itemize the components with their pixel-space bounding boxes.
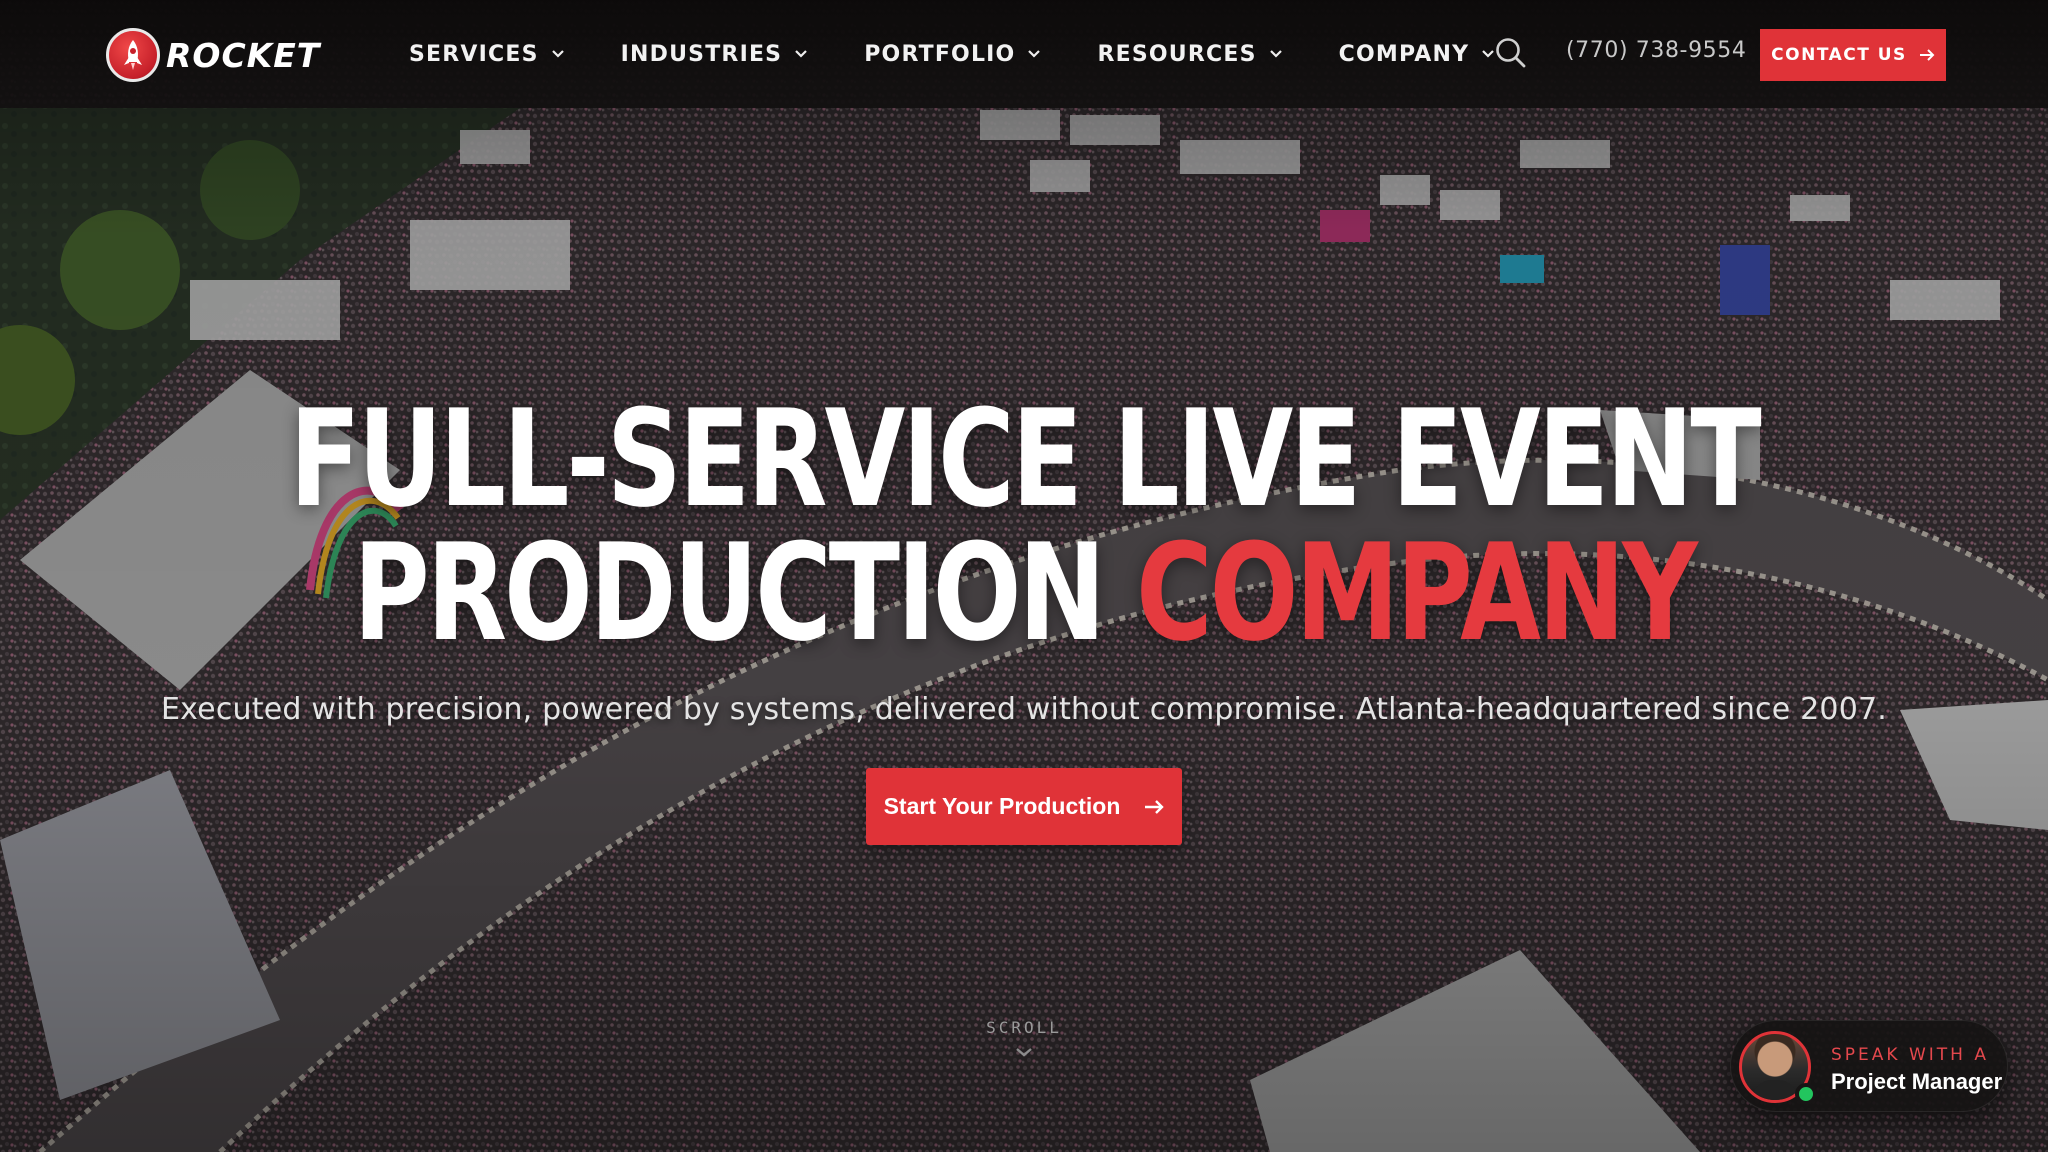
chevron-down-icon	[1027, 49, 1041, 59]
contact-us-label: CONTACT US	[1771, 45, 1907, 65]
pm-title: Project Manager	[1831, 1069, 2003, 1094]
phone-link[interactable]: (770) 738-9554	[1566, 38, 1746, 63]
pm-kicker: SPEAK WITH A	[1831, 1045, 1989, 1065]
online-status-dot	[1795, 1083, 1817, 1105]
nav-item-company[interactable]: COMPANY	[1339, 0, 1496, 108]
headline-word-production: PRODUCTION	[353, 515, 1106, 671]
nav-item-services[interactable]: SERVICES	[409, 0, 565, 108]
start-production-label: Start Your Production	[883, 793, 1121, 819]
chevron-down-icon	[794, 49, 808, 59]
brand-name: ROCKET	[166, 35, 321, 75]
headline-accent-company: COMPANY	[1136, 515, 1698, 671]
headline-line-2: PRODUCTION COMPANY	[225, 526, 1822, 660]
nav-item-resources[interactable]: RESOURCES	[1097, 0, 1282, 108]
nav-item-label: COMPANY	[1338, 41, 1470, 67]
chevron-down-icon	[551, 49, 565, 59]
hero-subheading: Executed with precision, powered by syst…	[160, 692, 1888, 727]
search-icon[interactable]	[1494, 36, 1528, 70]
project-manager-widget[interactable]: SPEAK WITH A Project Manager	[1730, 1020, 2008, 1112]
scroll-indicator[interactable]: SCROLL	[944, 1018, 1104, 1062]
hero-headline: FULL-SERVICE LIVE EVENT PRODUCTION COMPA…	[225, 392, 1822, 660]
nav-item-label: INDUSTRIES	[620, 41, 783, 67]
contact-us-button[interactable]: CONTACT US	[1760, 29, 1946, 81]
brand-logo[interactable]: ROCKET	[106, 27, 320, 83]
main-nav: SERVICES INDUSTRIES PORTFOLIO RESOURCES …	[409, 0, 1495, 108]
headline-line-1: FULL-SERVICE LIVE EVENT	[289, 381, 1761, 537]
nav-item-label: RESOURCES	[1097, 41, 1257, 67]
nav-item-industries[interactable]: INDUSTRIES	[621, 0, 809, 108]
arrow-right-icon	[1919, 48, 1935, 62]
scroll-label: SCROLL	[986, 1018, 1062, 1037]
nav-item-label: SERVICES	[409, 41, 539, 67]
chevron-down-icon	[1269, 49, 1283, 59]
site-header: ROCKET SERVICES INDUSTRIES PORTFOLIO RES…	[0, 0, 2048, 108]
arrow-right-icon	[1144, 798, 1165, 816]
nav-item-portfolio[interactable]: PORTFOLIO	[864, 0, 1041, 108]
nav-item-label: PORTFOLIO	[864, 41, 1016, 67]
rocket-icon	[106, 28, 160, 82]
start-production-button[interactable]: Start Your Production	[866, 768, 1182, 845]
chevron-down-icon	[1014, 1043, 1034, 1062]
